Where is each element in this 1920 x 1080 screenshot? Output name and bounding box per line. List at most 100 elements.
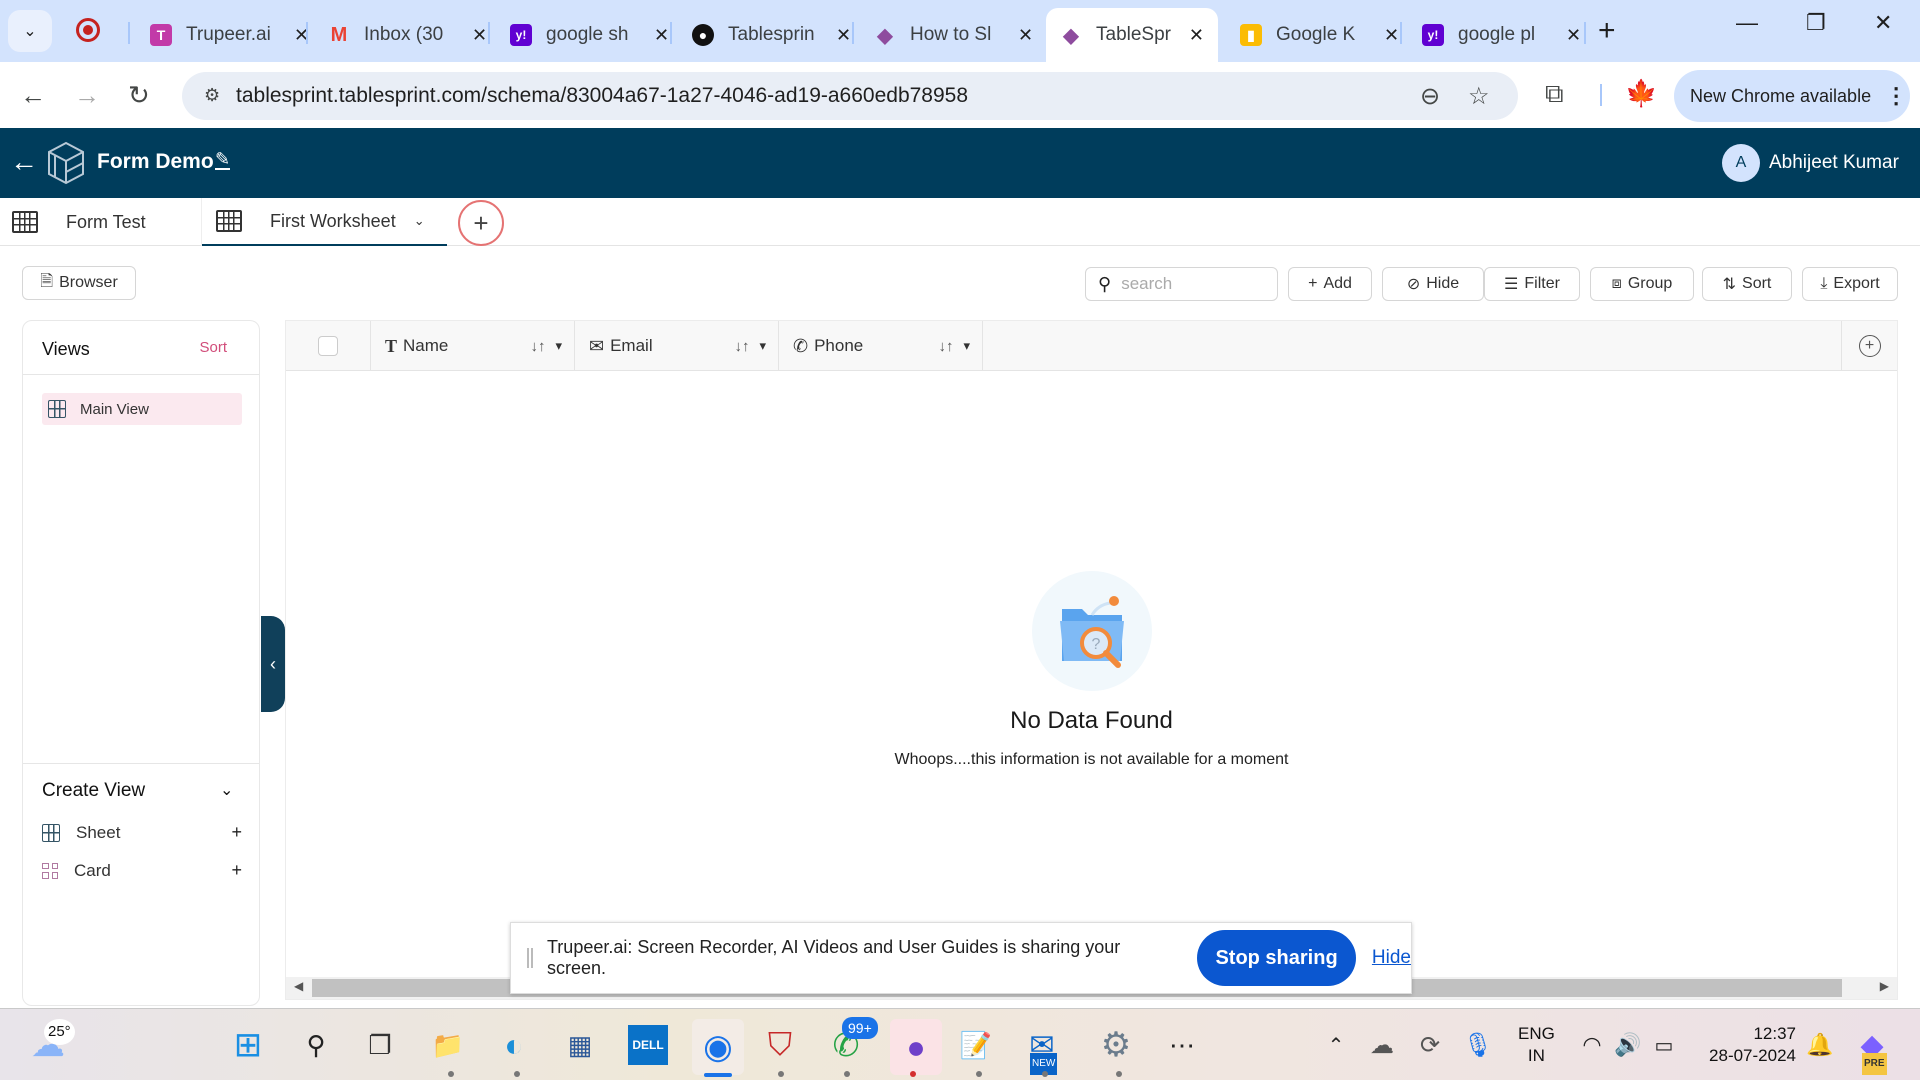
onedrive-cloud-icon[interactable]: ☁ xyxy=(1362,1025,1402,1065)
chevron-down-icon[interactable]: ⌄ xyxy=(414,213,425,229)
url-text[interactable]: tablesprint.tablesprint.com/schema/83004… xyxy=(236,84,968,108)
notification-bell-icon[interactable]: 🔔 xyxy=(1800,1025,1840,1065)
column-menu-chevron-icon[interactable]: ▾ xyxy=(963,338,970,354)
language-indicator[interactable]: ENG IN xyxy=(1518,1023,1555,1067)
maple-leaf-extension-icon[interactable]: 🍁 xyxy=(1625,78,1657,109)
windows-start-icon[interactable]: ⊞ xyxy=(228,1025,268,1065)
search-input[interactable] xyxy=(1121,274,1252,294)
filter-button[interactable]: ☰ Filter xyxy=(1484,267,1580,301)
select-all-checkbox[interactable] xyxy=(318,336,338,356)
chevron-down-icon[interactable]: ⌄ xyxy=(220,780,233,800)
create-view-item-label: Sheet xyxy=(76,822,121,842)
column-menu-chevron-icon[interactable]: ▾ xyxy=(759,338,766,354)
create-view-card[interactable]: Card + xyxy=(42,860,242,881)
close-window-button[interactable]: ✕ xyxy=(1874,10,1892,36)
clock[interactable]: 12:37 28-07-2024 xyxy=(1700,1023,1796,1067)
recording-icon[interactable] xyxy=(76,18,100,42)
worksheet-tab-first-worksheet[interactable]: First Worksheet ⌄ xyxy=(202,198,447,246)
mcafee-icon[interactable]: ⛉ xyxy=(760,1025,800,1065)
browser-tab[interactable]: T Trupeer.ai ✕ xyxy=(136,8,323,62)
sort-button[interactable]: ⇅ Sort xyxy=(1702,267,1792,301)
reload-button[interactable]: ↻ xyxy=(128,80,150,111)
file-explorer-icon[interactable]: 📁 xyxy=(428,1025,468,1065)
hide-button[interactable]: ⊘ Hide xyxy=(1382,267,1484,301)
forward-button[interactable]: → xyxy=(74,80,100,111)
chrome-icon[interactable]: ◉ xyxy=(692,1019,744,1075)
avatar[interactable]: A xyxy=(1722,144,1760,182)
close-tab-icon[interactable]: ✕ xyxy=(654,25,669,46)
browser-tab[interactable]: M Inbox (30 ✕ xyxy=(314,8,501,62)
extensions-puzzle-icon[interactable]: ⧉ xyxy=(1545,78,1564,110)
task-view-icon[interactable]: ❐ xyxy=(360,1025,400,1065)
user-name[interactable]: Abhijeet Kumar xyxy=(1769,152,1899,174)
minimize-button[interactable]: — xyxy=(1736,10,1758,36)
add-worksheet-button[interactable]: + xyxy=(458,200,504,246)
sort-toggle-icon[interactable]: ↓↑ xyxy=(938,338,953,355)
close-tab-icon[interactable]: ✕ xyxy=(1384,25,1399,46)
stop-sharing-button[interactable]: Stop sharing xyxy=(1197,930,1356,986)
address-bar[interactable]: ⚙ tablesprint.tablesprint.com/schema/830… xyxy=(182,72,1518,120)
column-header-name[interactable]: T Name ↓↑ ▾ xyxy=(371,321,575,371)
close-tab-icon[interactable]: ✕ xyxy=(1566,25,1581,46)
notepad-plus-icon[interactable]: 📝 xyxy=(956,1025,996,1065)
sort-toggle-icon[interactable]: ↓↑ xyxy=(530,338,545,355)
bookmark-star-icon[interactable]: ☆ xyxy=(1468,82,1490,111)
browser-tab[interactable]: ▮ Google K ✕ xyxy=(1226,8,1413,62)
browser-tab[interactable]: y! google sh ✕ xyxy=(496,8,683,62)
settings-gear-icon[interactable]: ⚙ xyxy=(1096,1025,1136,1065)
add-column-button[interactable]: + xyxy=(1841,321,1897,371)
close-tab-icon[interactable]: ✕ xyxy=(1189,25,1204,46)
search-field[interactable]: ⚲ xyxy=(1085,267,1278,301)
column-header-phone[interactable]: ✆ Phone ↓↑ ▾ xyxy=(779,321,983,371)
plus-icon[interactable]: + xyxy=(231,822,242,843)
search-icon[interactable]: ⚲ xyxy=(296,1025,336,1065)
close-tab-icon[interactable]: ✕ xyxy=(836,25,851,46)
export-button[interactable]: ⤓ Export xyxy=(1802,267,1898,301)
sort-toggle-icon[interactable]: ↓↑ xyxy=(734,338,749,355)
add-button[interactable]: + Add xyxy=(1288,267,1372,301)
battery-icon[interactable]: ▭ xyxy=(1644,1025,1684,1065)
close-tab-icon[interactable]: ✕ xyxy=(472,25,487,46)
edge-browser-icon[interactable]: ◐ xyxy=(494,1025,534,1065)
create-view-sheet[interactable]: Sheet + xyxy=(42,822,242,843)
wifi-icon[interactable]: ◠ xyxy=(1572,1025,1612,1065)
more-apps-icon[interactable]: ⋯ xyxy=(1162,1025,1202,1065)
tab-search-button[interactable]: ⌄ xyxy=(8,10,52,52)
column-menu-chevron-icon[interactable]: ▾ xyxy=(555,338,562,354)
site-settings-icon[interactable]: ⚙ xyxy=(204,85,220,106)
browser-tab[interactable]: ◆ How to Sl ✕ xyxy=(860,8,1047,62)
plus-icon[interactable]: + xyxy=(231,860,242,881)
edit-pencil-icon[interactable]: ✎ xyxy=(215,150,231,170)
close-tab-icon[interactable]: ✕ xyxy=(1018,25,1033,46)
dell-icon[interactable]: DELL xyxy=(628,1025,668,1065)
worksheet-tab-form-test[interactable]: Form Test xyxy=(12,198,202,246)
chevron-up-icon[interactable]: ⌃ xyxy=(1316,1025,1356,1065)
back-button[interactable]: ← xyxy=(20,80,46,111)
restore-button[interactable]: ❐ xyxy=(1806,10,1826,36)
drag-handle-icon[interactable] xyxy=(527,948,533,968)
group-button[interactable]: ⧈ Group xyxy=(1590,267,1694,301)
view-item-main-view[interactable]: Main View xyxy=(42,393,242,425)
grid-header-row: T Name ↓↑ ▾ ✉ Email ↓↑ ▾ ✆ Phone ↓↑ ▾ + xyxy=(286,321,1897,371)
browser-tab[interactable]: y! google pl ✕ xyxy=(1408,8,1595,62)
volume-icon[interactable]: 🔊 xyxy=(1608,1025,1648,1065)
microphone-icon[interactable]: 🎙 xyxy=(1458,1025,1498,1065)
scroll-left-arrow-icon[interactable]: ◀ xyxy=(294,979,303,993)
arrow-right-icon: → xyxy=(74,80,100,110)
zoom-out-icon[interactable]: ⊖ xyxy=(1420,82,1440,111)
chrome-update-button[interactable]: New Chrome available ⋮ xyxy=(1674,70,1910,122)
back-arrow-icon[interactable]: ← xyxy=(10,146,38,178)
browser-tab[interactable]: ● Tablesprin ✕ xyxy=(678,8,865,62)
microsoft-store-icon[interactable]: ▦ xyxy=(560,1025,600,1065)
collapse-sidebar-button[interactable]: ‹ xyxy=(261,616,285,712)
hide-banner-link[interactable]: Hide xyxy=(1372,947,1411,969)
column-header-email[interactable]: ✉ Email ↓↑ ▾ xyxy=(575,321,779,371)
browser-tab-active[interactable]: ◆ TableSprin ✕ xyxy=(1046,8,1218,62)
views-sort-button[interactable]: Sort xyxy=(199,339,227,356)
scroll-right-arrow-icon[interactable]: ▶ xyxy=(1880,979,1889,993)
kebab-menu-icon[interactable]: ⋮ xyxy=(1885,83,1907,109)
github-desktop-icon[interactable]: ● xyxy=(890,1019,942,1075)
sync-icon[interactable]: ⟳ xyxy=(1410,1025,1450,1065)
browser-button[interactable]: 🗎 Browser xyxy=(22,266,136,300)
new-tab-button[interactable]: + xyxy=(1598,14,1616,48)
